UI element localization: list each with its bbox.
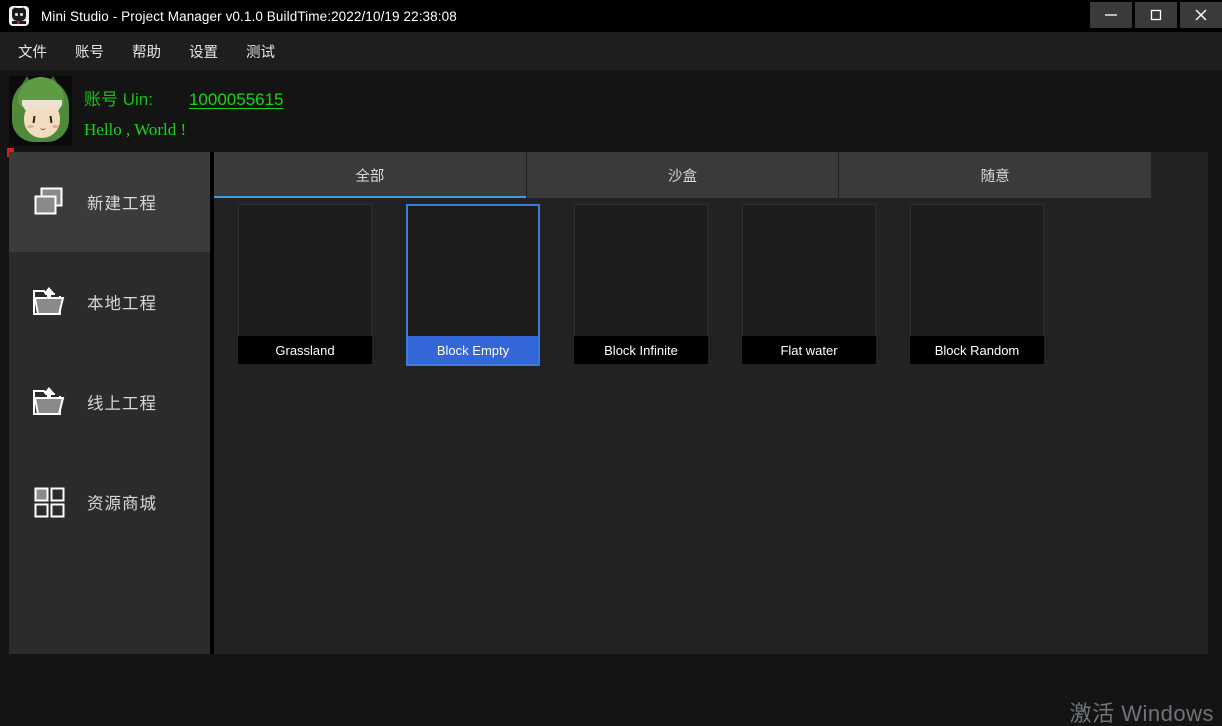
template-thumbnail [574,204,708,336]
tab-label: 沙盒 [668,168,697,185]
tab-label: 随意 [980,168,1010,185]
sidebar-item-resource-store[interactable]: 资源商城 [9,452,210,552]
menu-item-file[interactable]: 文件 [8,37,57,66]
sidebar: 新建工程 本地工程 线上工程 资源商城 [9,152,210,654]
minimize-icon[interactable] [1090,2,1132,28]
local-project-folder-icon [29,282,69,322]
online-project-folder-icon [29,382,69,422]
uin-label: 账号 Uin: [84,90,153,109]
bottom-bar: 工程名称 新建 激活 Windows [0,658,1222,726]
tab-random[interactable]: 随意 [839,152,1152,198]
template-name: Grassland [238,336,372,364]
content-panel: 全部 沙盒 随意 Grassland Block Empty Block Inf… [214,152,1208,654]
tab-sandbox[interactable]: 沙盒 [526,152,839,198]
template-card-grassland[interactable]: Grassland [238,204,372,366]
title-bar: Mini Studio - Project Manager v0.1.0 Bui… [0,0,1222,32]
uin-value[interactable]: 1000055615 [189,90,284,110]
template-card-block-empty[interactable]: Block Empty [406,204,540,366]
maximize-icon[interactable] [1135,2,1177,28]
sidebar-item-label: 资源商城 [87,495,157,513]
template-card-block-infinite[interactable]: Block Infinite [574,204,708,366]
sidebar-item-label: 线上工程 [87,395,157,413]
cat-logo-icon [9,6,29,26]
project-manager-window: Mini Studio - Project Manager v0.1.0 Bui… [0,0,1222,726]
window-title: Mini Studio - Project Manager v0.1.0 Bui… [41,8,457,24]
menu-bar: 文件 账号 帮助 设置 测试 [0,32,1222,70]
user-avatar[interactable] [9,76,72,146]
template-name: Flat water [742,336,876,364]
account-strip: 账号 Uin: 1000055615 Hello , World ! [0,70,1222,152]
menu-item-account[interactable]: 账号 [65,37,114,66]
sidebar-item-label: 本地工程 [87,295,157,313]
window-controls [1090,2,1222,28]
template-name: Block Empty [406,336,540,366]
template-name: Block Random [910,336,1044,364]
uin-row: 账号 Uin: 1000055615 [84,85,284,110]
tab-label: 全部 [355,168,385,185]
close-icon[interactable] [1180,2,1222,28]
new-project-icon [29,182,69,222]
windows-activation-watermark: 激活 Windows [1069,701,1214,726]
menu-item-test[interactable]: 测试 [236,37,285,66]
menu-item-help[interactable]: 帮助 [122,37,171,66]
template-card-block-random[interactable]: Block Random [910,204,1044,366]
greeting-text: Hello , World ! [84,120,187,139]
sidebar-item-new-project[interactable]: 新建工程 [9,152,210,252]
tab-all[interactable]: 全部 [214,152,526,198]
menu-item-settings[interactable]: 设置 [179,37,228,66]
template-card-flat-water[interactable]: Flat water [742,204,876,366]
template-name: Block Infinite [574,336,708,364]
template-thumbnail [742,204,876,336]
template-thumbnail [910,204,1044,336]
sidebar-item-online-project[interactable]: 线上工程 [9,352,210,452]
resource-store-grid-icon [29,482,69,522]
sidebar-item-label: 新建工程 [87,195,157,213]
sidebar-item-local-project[interactable]: 本地工程 [9,252,210,352]
template-thumbnail [406,204,540,336]
template-tabs: 全部 沙盒 随意 [214,152,1152,198]
template-thumbnail [238,204,372,336]
template-card-list: Grassland Block Empty Block Infinite Fla… [238,204,1044,366]
